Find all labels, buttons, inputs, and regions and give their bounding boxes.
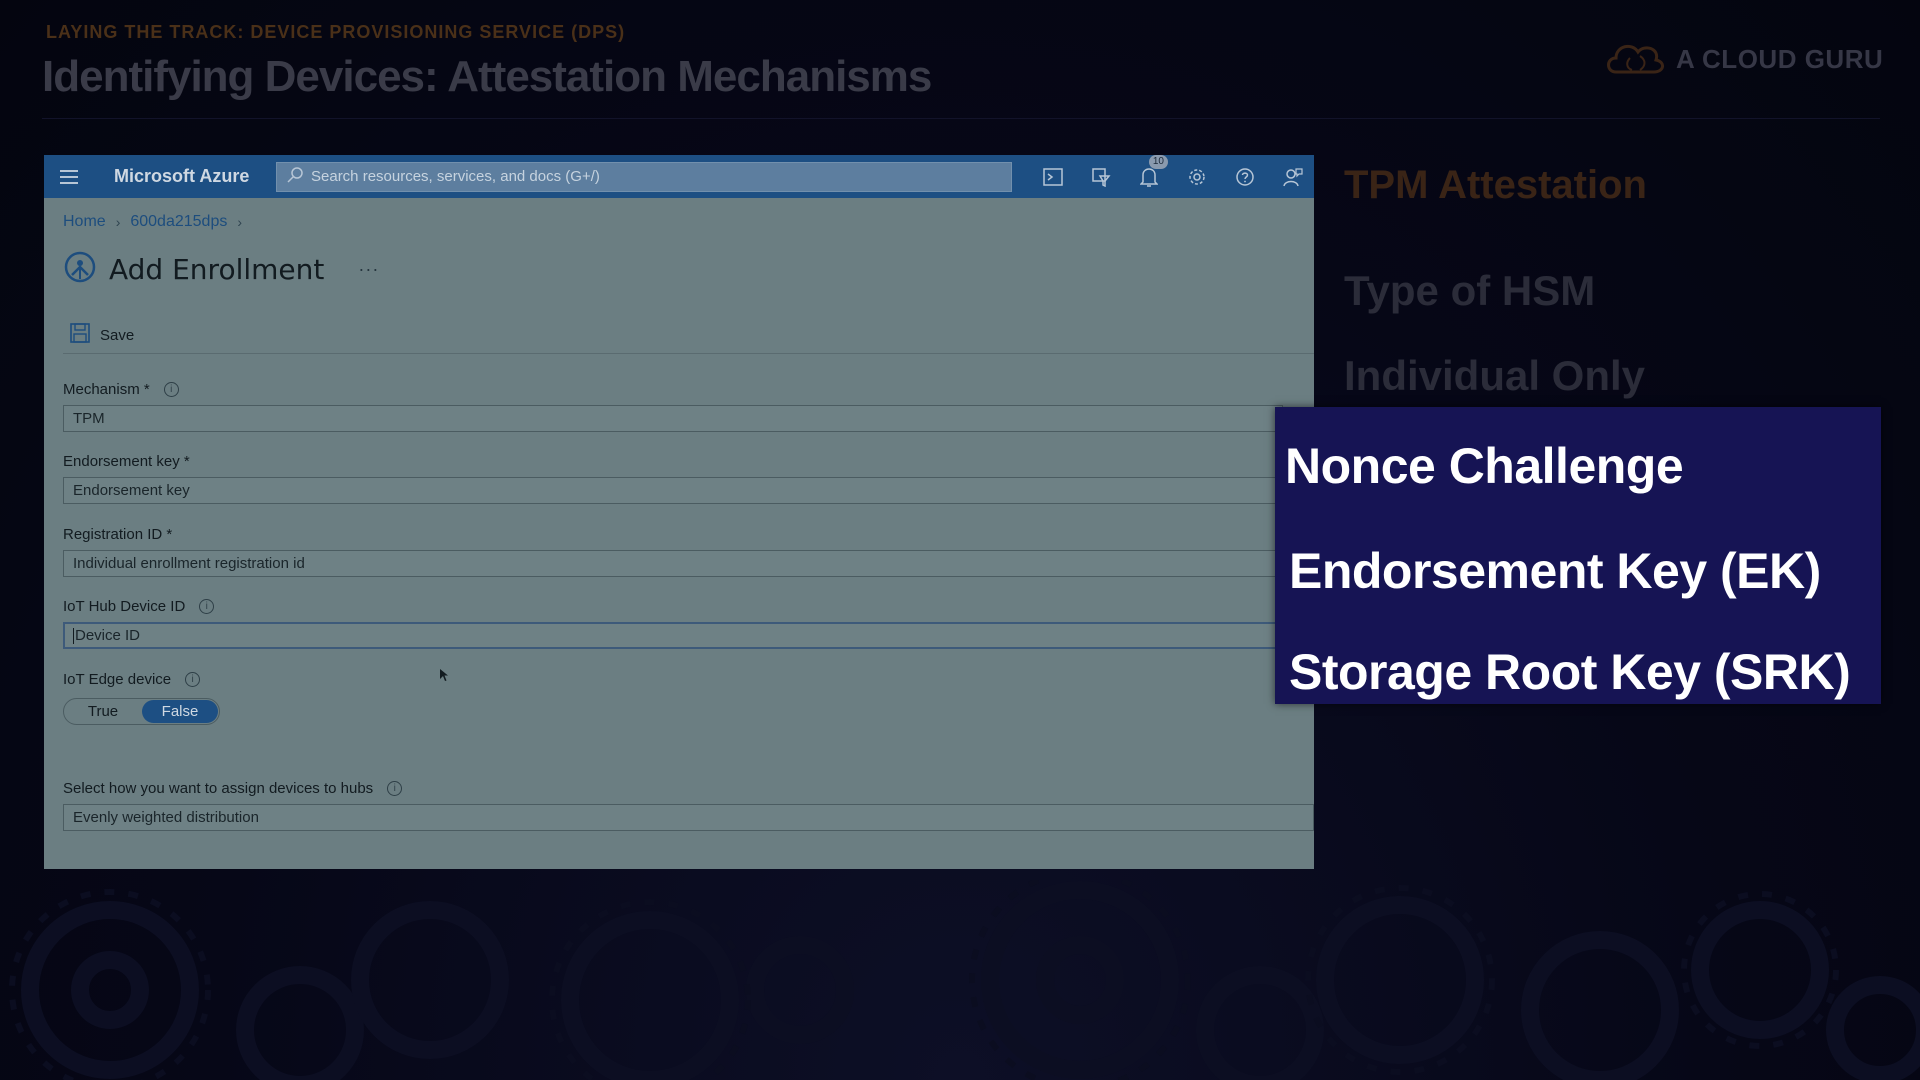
assign-hubs-label: Select how you want to assign devices to… (63, 780, 403, 797)
callout-ek: Endorsement Key (EK) (1289, 543, 1821, 599)
breadcrumb-home[interactable]: Home (63, 213, 106, 231)
endorsement-key-label-text: Endorsement key * (63, 453, 190, 470)
more-options-button[interactable]: ··· (358, 259, 379, 280)
portal-brand[interactable]: Microsoft Azure (114, 166, 276, 187)
save-button[interactable]: Save (70, 323, 134, 347)
panel-hsm: Type of HSM (1344, 267, 1596, 314)
brand-name: A CLOUD GURU (1676, 44, 1884, 74)
iot-edge-device-label: IoT Edge device i (63, 671, 201, 688)
iot-edge-toggle[interactable]: True False (63, 698, 220, 725)
search-icon (277, 166, 311, 187)
feedback-icon[interactable] (1280, 164, 1306, 190)
toggle-false[interactable]: False (142, 700, 218, 723)
callout-nonce: Nonce Challenge (1285, 438, 1684, 494)
endorsement-key-field[interactable]: Endorsement key (63, 477, 1283, 504)
text-caret (73, 627, 74, 644)
mouse-cursor-icon (440, 669, 448, 681)
save-label: Save (100, 326, 135, 344)
save-icon (70, 323, 90, 347)
info-icon[interactable]: i (199, 599, 215, 614)
page-header: Add Enrollment ··· (63, 250, 379, 289)
mechanism-value: TPM (73, 410, 105, 427)
toolbar-divider (63, 353, 1314, 354)
enrollment-icon (63, 250, 97, 289)
brand-logo: A CLOUD GURU (1604, 38, 1883, 81)
endorsement-key-label: Endorsement key * (63, 453, 190, 470)
breadcrumb-dps[interactable]: 600da215dps (130, 213, 227, 231)
endorsement-key-placeholder: Endorsement key (73, 482, 190, 499)
assign-hubs-label-text: Select how you want to assign devices to… (63, 780, 374, 797)
bell-icon[interactable]: 10 (1136, 155, 1168, 190)
cloud-logo-icon (1604, 38, 1666, 81)
info-icon[interactable]: i (163, 382, 179, 397)
info-icon[interactable]: i (185, 672, 201, 687)
callout-box: Nonce Challenge Endorsement Key (EK) Sto… (1275, 407, 1881, 704)
device-id-placeholder: Device ID (75, 627, 141, 644)
registration-id-field[interactable]: Individual enrollment registration id (63, 550, 1283, 577)
page-title: Add Enrollment (109, 253, 325, 286)
notification-count-badge: 10 (1148, 155, 1168, 169)
registration-id-label-text: Registration ID * (63, 526, 173, 543)
assign-hubs-value: Evenly weighted distribution (73, 809, 259, 826)
iot-edge-device-label-text: IoT Edge device (63, 671, 172, 688)
slide-subtitle: LAYING THE TRACK: DEVICE PROVISIONING SE… (46, 22, 626, 42)
help-icon[interactable] (1232, 164, 1258, 190)
registration-id-label: Registration ID * (63, 526, 172, 543)
gears-background (9, 880, 1920, 1080)
slide-title: Identifying Devices: Attestation Mechani… (42, 52, 932, 101)
info-icon[interactable]: i (387, 781, 403, 796)
search-placeholder: Search resources, services, and docs (G+… (311, 168, 600, 185)
device-id-field[interactable]: Device ID (63, 622, 1283, 649)
chevron-right-icon: › (115, 214, 121, 230)
topbar-icons: 10 (1040, 155, 1306, 190)
mechanism-label-text: Mechanism * (63, 381, 150, 398)
slide: LAYING THE TRACK: DEVICE PROVISIONING SE… (0, 0, 1920, 1080)
toggle-true[interactable]: True (64, 703, 142, 720)
mechanism-select[interactable]: TPM (63, 405, 1283, 432)
panel-title: TPM Attestation (1344, 163, 1647, 207)
hamburger-icon[interactable] (44, 169, 94, 184)
callout-srk: Storage Root Key (SRK) (1289, 644, 1851, 700)
registration-id-placeholder: Individual enrollment registration id (73, 555, 305, 572)
iot-hub-device-id-label: IoT Hub Device ID i (63, 598, 215, 615)
directory-filter-icon[interactable] (1088, 164, 1114, 190)
assign-hubs-select[interactable]: Evenly weighted distribution (63, 804, 1314, 831)
panel-individual: Individual Only (1344, 352, 1646, 399)
breadcrumb: Home › 600da215dps › (63, 213, 242, 231)
gear-icon[interactable] (1184, 164, 1210, 190)
cloud-shell-icon[interactable] (1040, 164, 1066, 190)
azure-portal-window: Microsoft Azure Search resources, servic… (44, 155, 1314, 869)
header-divider (42, 118, 1880, 119)
mechanism-label: Mechanism * i (63, 381, 179, 398)
portal-topbar: Microsoft Azure Search resources, servic… (44, 155, 1314, 198)
chevron-right-icon: › (237, 214, 243, 230)
search-input[interactable]: Search resources, services, and docs (G+… (276, 161, 1012, 192)
iot-hub-device-id-label-text: IoT Hub Device ID (63, 598, 186, 615)
